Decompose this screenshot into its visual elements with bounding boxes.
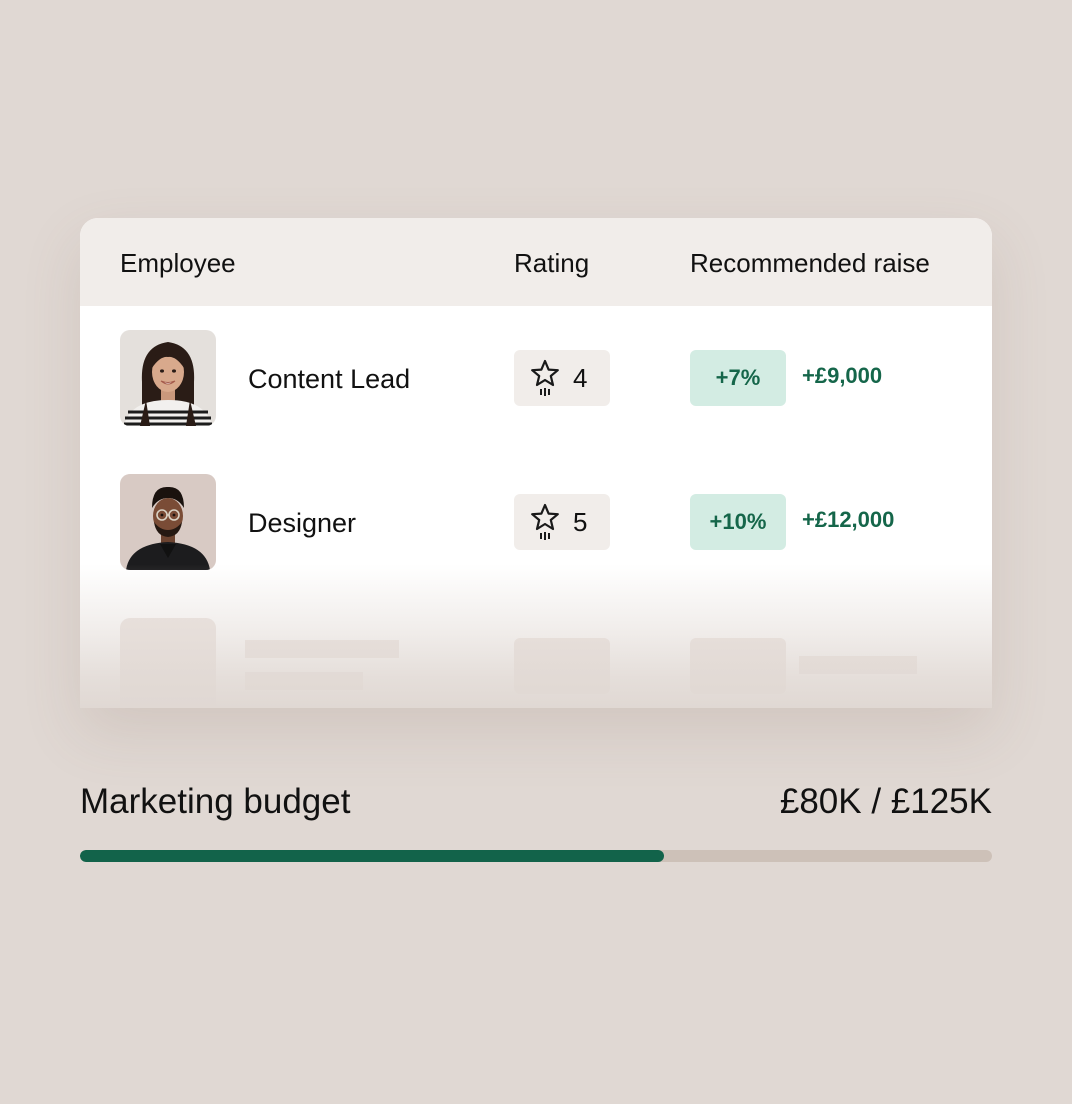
placeholder-text-line [245, 640, 399, 658]
raise-table-card: Employee Rating Recommended raise Conten… [80, 218, 992, 708]
man-portrait-icon [120, 474, 216, 570]
raise-amount: +£9,000 [802, 363, 883, 388]
star-rising-icon [531, 359, 559, 396]
budget-value: £80K / £125K [779, 782, 992, 821]
placeholder-raise-chip [690, 638, 786, 694]
table-row[interactable]: Content Lead 4 +7% +£9,000 [80, 330, 992, 426]
woman-portrait-icon [120, 330, 216, 426]
placeholder-text-line [799, 656, 917, 674]
column-header-employee: Employee [120, 248, 236, 278]
placeholder-avatar [120, 618, 216, 708]
budget-progress-fill [80, 850, 664, 862]
raise-amount: +£12,000 [802, 507, 895, 532]
rating-chip: 5 [514, 494, 610, 550]
column-header-raise: Recommended raise [690, 248, 930, 278]
table-header: Employee Rating Recommended raise [80, 218, 992, 306]
column-header-rating: Rating [514, 248, 590, 278]
rating-value: 5 [573, 507, 588, 537]
raise-percent-badge: +7% [690, 350, 786, 406]
rating-chip: 4 [514, 350, 610, 406]
placeholder-rating-chip [514, 638, 610, 694]
avatar [120, 474, 216, 570]
placeholder-row [80, 618, 992, 708]
table-row[interactable]: Designer 5 +10% +£12,000 [80, 474, 992, 570]
budget-label: Marketing budget [80, 782, 351, 821]
avatar [120, 330, 216, 426]
star-rising-icon [531, 503, 559, 540]
employee-name: Content Lead [248, 364, 411, 394]
raise-percent-badge: +10% [690, 494, 786, 550]
rating-value: 4 [573, 363, 588, 393]
budget-progress-bar [80, 850, 992, 862]
employee-name: Designer [248, 508, 357, 538]
placeholder-text-line [245, 672, 363, 690]
